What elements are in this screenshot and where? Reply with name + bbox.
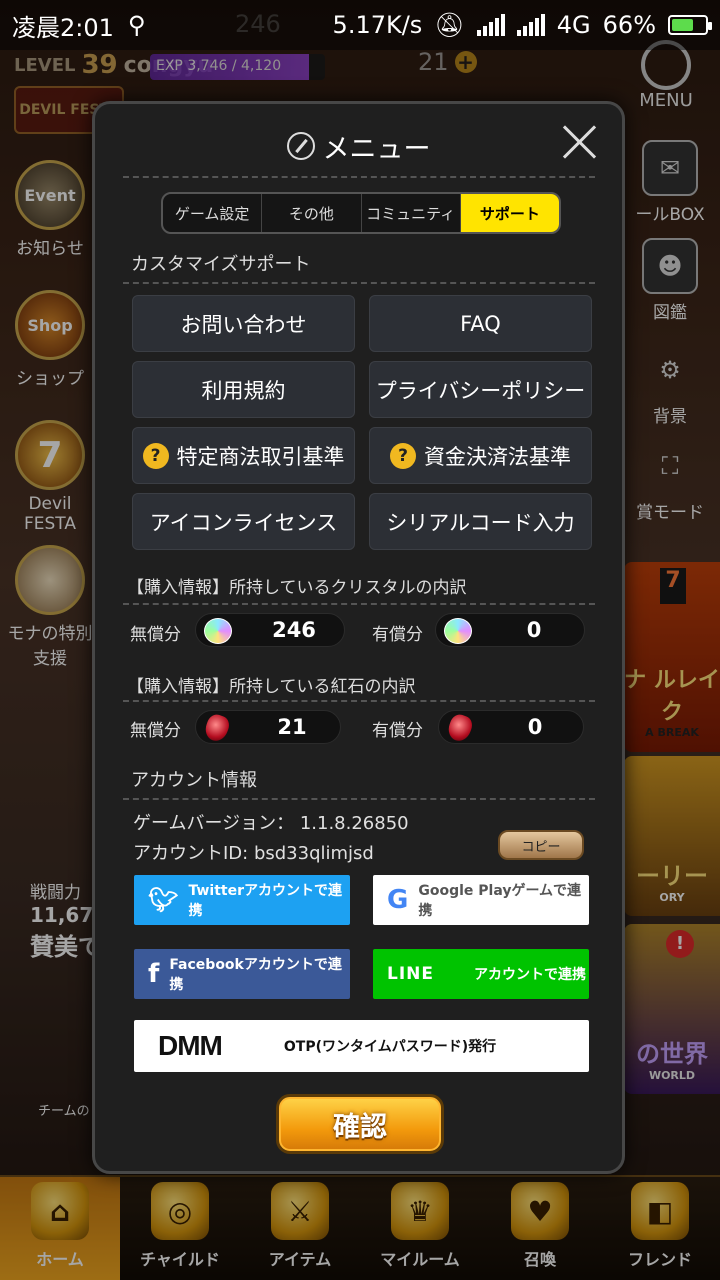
privacy-label: プライバシーポリシー — [375, 378, 586, 403]
custom-support-heading: カスタマイズサポート — [131, 254, 311, 275]
network-type: 4G — [556, 11, 591, 39]
red-free-value: 21 — [277, 715, 307, 739]
clock: 凌晨2:01 — [12, 13, 114, 42]
line-logo: LINE — [387, 964, 434, 984]
battery-fill — [672, 19, 694, 31]
crystal-icon — [204, 618, 232, 644]
facebook-link-button[interactable]: f Facebookアカウントで連携 — [134, 949, 350, 999]
facebook-f-icon: f — [148, 959, 160, 989]
menu-dialog: メニュー ゲーム設定 その他 コミュニティ サポート カスタマイズサポート お問… — [92, 101, 625, 1174]
dmm-otp-button[interactable]: DMM OTP(ワンタイムパスワード)発行 — [134, 1020, 589, 1072]
red-free-label: 無償分 — [130, 721, 181, 741]
divider — [123, 603, 595, 605]
game-version: ゲームバージョン： 1.1.8.26850 — [133, 813, 409, 834]
terms-label: 利用規約 — [201, 378, 286, 403]
tab-community[interactable]: コミュニティ — [362, 194, 461, 232]
crystal-paid-pill: 0 — [435, 613, 585, 647]
status-bar: 凌晨2:01 ⚲ 5.17K/s 🔕︎ 4G 66% — [0, 0, 720, 50]
facebook-label: Facebookアカウントで連携 — [169, 957, 342, 993]
crystal-free-pill: 246 — [195, 613, 345, 647]
divider — [123, 176, 595, 178]
red-stone-icon — [445, 712, 475, 744]
icon-license-button[interactable]: アイコンライセンス — [132, 493, 355, 550]
question-icon: ? — [390, 442, 416, 469]
payment-label: 資金決済法基準 — [424, 444, 571, 469]
twitter-bird-icon: 🐦︎ — [148, 886, 179, 914]
battery-percent: 66% — [602, 11, 656, 39]
dmm-otp-label: OTP(ワンタイムパスワード)発行 — [283, 1039, 497, 1055]
menu-tabs: ゲーム設定 その他 コミュニティ サポート — [161, 192, 561, 234]
commerce-label: 特定商法取引基準 — [176, 444, 345, 469]
net-speed: 5.17K/s — [332, 11, 423, 39]
crystal-paid-value: 0 — [526, 618, 542, 642]
serial-code-label: シリアルコード入力 — [386, 510, 575, 535]
twitter-link-button[interactable]: 🐦︎ Twitterアカウントで連携 — [134, 875, 350, 925]
account-heading: アカウント情報 — [131, 770, 257, 791]
twitter-label: Twitterアカウントで連携 — [188, 883, 342, 919]
contact-label: お問い合わせ — [180, 312, 307, 337]
divider — [123, 798, 595, 800]
google-g-icon: G — [387, 885, 409, 915]
confirm-button[interactable]: 確認 — [276, 1094, 444, 1154]
battery-icon — [668, 15, 712, 35]
crystal-icon — [444, 618, 472, 644]
red-paid-label: 有償分 — [372, 721, 423, 741]
mute-bell-icon: 🔕︎ — [434, 11, 465, 39]
question-icon: ? — [142, 442, 169, 469]
red-free-pill: 21 — [195, 710, 341, 744]
key-icon: ⚲ — [127, 11, 146, 39]
close-icon[interactable] — [560, 122, 600, 162]
divider — [123, 282, 595, 284]
google-play-link-button[interactable]: G Google Playゲームで連携 — [373, 875, 589, 925]
dialog-title-text: メニュー — [322, 133, 431, 165]
crystal-paid-label: 有償分 — [372, 625, 423, 645]
faq-button[interactable]: FAQ — [369, 295, 592, 352]
account-id: アカウントID: bsd33qlimjsd — [133, 843, 374, 864]
red-paid-pill: 0 — [438, 710, 584, 744]
terms-button[interactable]: 利用規約 — [132, 361, 355, 418]
google-label: Google Playゲームで連携 — [418, 883, 582, 919]
icon-license-label: アイコンライセンス — [149, 510, 338, 535]
divider — [123, 700, 595, 702]
compass-icon — [286, 132, 315, 160]
contact-button[interactable]: お問い合わせ — [132, 295, 355, 352]
red-paid-value: 0 — [527, 715, 543, 739]
red-stone-icon — [202, 712, 232, 744]
serial-code-button[interactable]: シリアルコード入力 — [369, 493, 592, 550]
copy-button[interactable]: コピー — [498, 830, 584, 860]
commerce-law-button[interactable]: ? 特定商法取引基準 — [132, 427, 355, 484]
crystal-free-value: 246 — [272, 618, 316, 642]
line-label: アカウントで連携 — [474, 967, 586, 983]
tab-other[interactable]: その他 — [262, 194, 362, 232]
dialog-title: メニュー — [95, 124, 622, 168]
red-stone-heading: 【購入情報】所持している紅石の内訳 — [127, 677, 416, 697]
dmm-logo: DMM — [158, 1030, 223, 1061]
tab-support[interactable]: サポート — [460, 194, 559, 232]
payment-law-button[interactable]: ? 資金決済法基準 — [369, 427, 592, 484]
privacy-button[interactable]: プライバシーポリシー — [369, 361, 592, 418]
crystal-heading: 【購入情報】所持しているクリスタルの内訳 — [127, 578, 467, 598]
tab-game-settings[interactable]: ゲーム設定 — [163, 194, 263, 232]
line-link-button[interactable]: LINE アカウントで連携 — [373, 949, 589, 999]
crystal-free-label: 無償分 — [130, 625, 181, 645]
signal-icon-2 — [516, 14, 545, 36]
signal-icon — [476, 14, 505, 36]
faq-label: FAQ — [460, 311, 501, 336]
